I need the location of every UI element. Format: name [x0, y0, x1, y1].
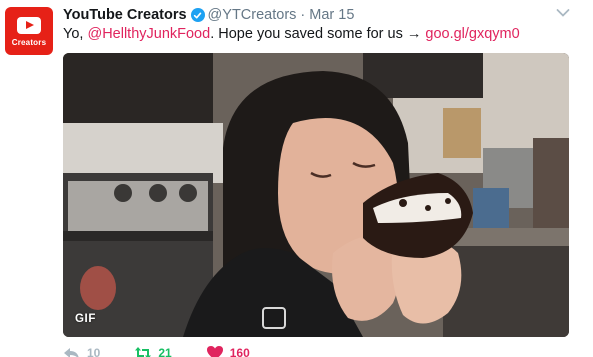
retweet-count: 21 — [158, 346, 172, 357]
author-name[interactable]: YouTube Creators — [63, 7, 187, 23]
tweet-text: Yo, @HellthyJunkFood. Hope you saved som… — [63, 26, 520, 42]
avatar[interactable]: Creators — [5, 7, 53, 55]
like-count: 160 — [229, 346, 250, 357]
gif-media[interactable]: GIF — [63, 53, 569, 337]
mention-link[interactable]: @HellthyJunkFood — [87, 26, 210, 42]
text-prefix: Yo, — [63, 26, 88, 42]
verified-icon — [190, 8, 205, 22]
url-link[interactable]: goo.gl/gxqym0 — [425, 26, 519, 42]
play-icon — [17, 17, 41, 34]
author-handle[interactable]: @YTCreators — [208, 7, 297, 23]
retweet-button[interactable]: 21 — [134, 345, 172, 357]
tweet-header: YouTube Creators @YTCreators · Mar 15 — [63, 6, 354, 24]
gif-image — [63, 53, 569, 337]
like-button[interactable]: 160 — [206, 345, 250, 357]
heart-icon — [206, 346, 223, 357]
tweet-actions: 10 21 160 — [63, 345, 284, 357]
reply-button[interactable]: 10 — [63, 345, 100, 357]
reply-icon — [64, 348, 79, 357]
caret-down-icon[interactable] — [556, 8, 570, 18]
avatar-label: Creators — [11, 38, 47, 47]
separator-dot: · — [300, 7, 306, 23]
gif-badge: GIF — [75, 313, 96, 325]
retweet-icon — [135, 347, 152, 357]
reply-count: 10 — [87, 346, 101, 357]
tweet-date[interactable]: Mar 15 — [309, 7, 354, 23]
text-middle: . Hope you saved some for us → — [210, 26, 426, 42]
